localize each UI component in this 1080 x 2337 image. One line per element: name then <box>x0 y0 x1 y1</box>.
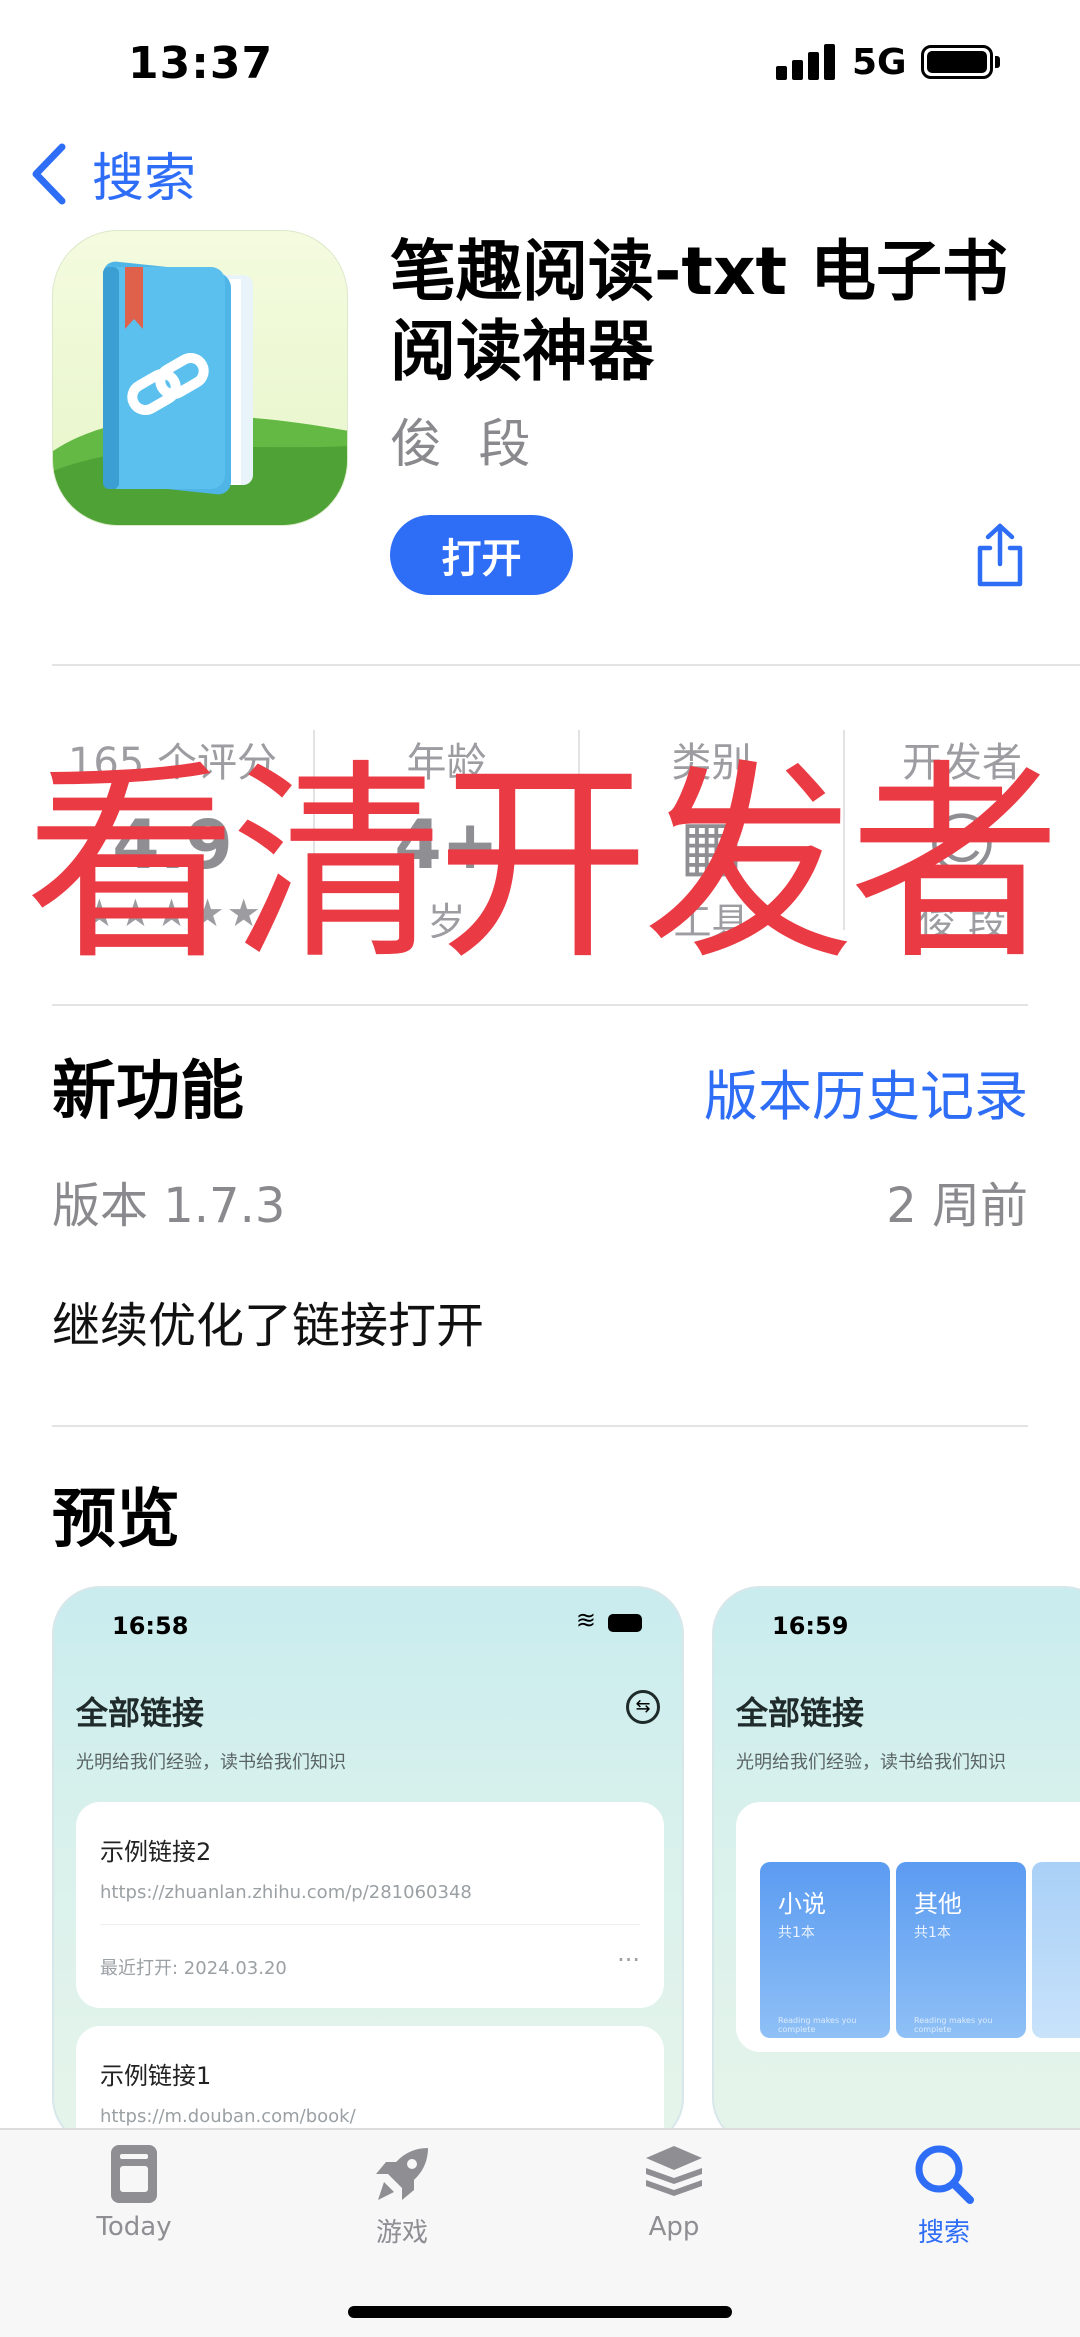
layers-icon <box>646 2146 702 2196</box>
tab-label: 游戏 <box>375 2218 428 2248</box>
category-tile: 小说 共1本 Reading makes you complete <box>760 1862 890 2038</box>
card-url: https://m.douban.com/book/ <box>100 2106 356 2127</box>
share-icon[interactable] <box>972 522 1028 588</box>
app-title: 笔趣阅读-txt 电子书阅读神器 <box>390 233 1009 390</box>
tab-label: 搜索 <box>917 2218 970 2248</box>
tab-label: App <box>648 2212 700 2242</box>
divider <box>52 664 1080 666</box>
tab-apps[interactable]: App <box>574 2142 774 2242</box>
watermark-overlay: 看清开发者 <box>25 741 1061 988</box>
shot-heading: 全部链接 <box>76 1694 205 1732</box>
tile-footer: Reading makes you complete <box>914 2016 993 2034</box>
tile-count: 共1本 <box>778 1925 815 1941</box>
whats-new-title: 新功能 <box>52 1055 244 1129</box>
tab-games[interactable]: 游戏 <box>302 2142 502 2249</box>
battery-nub <box>995 56 1000 68</box>
category-card: 小说 共1本 Reading makes you complete 其他 共1本… <box>736 1802 1080 2052</box>
card-meta: 最近打开: 2024.03.20 <box>100 1958 287 1979</box>
tab-label: Today <box>96 2212 172 2242</box>
shot-subtitle: 光明给我们经验，读书给我们知识 <box>736 1752 1006 1773</box>
today-icon <box>111 2145 157 2203</box>
link-card: 示例链接2 https://zhuanlan.zhihu.com/p/28106… <box>76 1802 664 2008</box>
shot-subtitle: 光明给我们经验，读书给我们知识 <box>76 1752 346 1773</box>
version-history-link[interactable]: 版本历史记录 <box>704 1052 1028 1131</box>
cellular-signal-icon <box>776 42 836 80</box>
back-button[interactable]: 搜索 <box>30 136 196 211</box>
tile-footer: Reading makes you complete <box>778 2016 857 2034</box>
rocket-icon <box>376 2148 428 2200</box>
wifi-icon: ≋ <box>575 1606 596 1634</box>
app-developer[interactable]: 俊 段 <box>390 402 541 477</box>
card-url: https://zhuanlan.zhihu.com/p/281060348 <box>100 1882 472 1903</box>
chevron-left-icon <box>32 143 66 204</box>
card-title: 示例链接1 <box>100 2062 212 2090</box>
network-type: 5G <box>852 42 907 83</box>
divider <box>52 1425 1028 1427</box>
shot-time: 16:59 <box>772 1612 849 1640</box>
sort-icon: ⇆ <box>626 1690 660 1724</box>
release-date: 2 周前 <box>886 1178 1028 1234</box>
search-icon <box>915 2145 974 2204</box>
version-label: 版本 1.7.3 <box>52 1178 286 1234</box>
status-time: 13:37 <box>128 38 274 89</box>
tile-count: 共1本 <box>914 1925 951 1941</box>
battery-icon <box>608 1614 642 1632</box>
category-tile: 其他 共1本 Reading makes you complete <box>896 1862 1026 2038</box>
open-button[interactable]: 打开 <box>390 515 573 595</box>
app-icon <box>52 230 348 526</box>
release-notes: 继续优化了链接打开 <box>52 1298 485 1354</box>
tile-name: 其他 <box>914 1890 962 1918</box>
tab-today[interactable]: Today <box>34 2142 234 2242</box>
divider <box>100 1924 640 1925</box>
shot-heading: 全部链接 <box>736 1694 865 1732</box>
divider <box>52 1004 1028 1006</box>
category-tile <box>1032 1862 1080 2038</box>
preview-screenshot-2[interactable]: 16:59 全部链接 光明给我们经验，读书给我们知识 小说 共1本 Readin… <box>712 1586 1080 2146</box>
more-icon: ··· <box>617 1946 640 1974</box>
card-title: 示例链接2 <box>100 1838 212 1866</box>
tile-name: 小说 <box>778 1890 826 1918</box>
battery-icon <box>921 45 993 79</box>
preview-title: 预览 <box>52 1483 180 1557</box>
tab-search[interactable]: 搜索 <box>844 2142 1044 2249</box>
preview-screenshot-1[interactable]: 16:58 ≋ 全部链接 ⇆ 光明给我们经验，读书给我们知识 示例链接2 htt… <box>52 1586 684 2146</box>
shot-time: 16:58 <box>112 1612 189 1640</box>
back-label: 搜索 <box>92 149 197 209</box>
home-indicator[interactable] <box>348 2306 732 2318</box>
